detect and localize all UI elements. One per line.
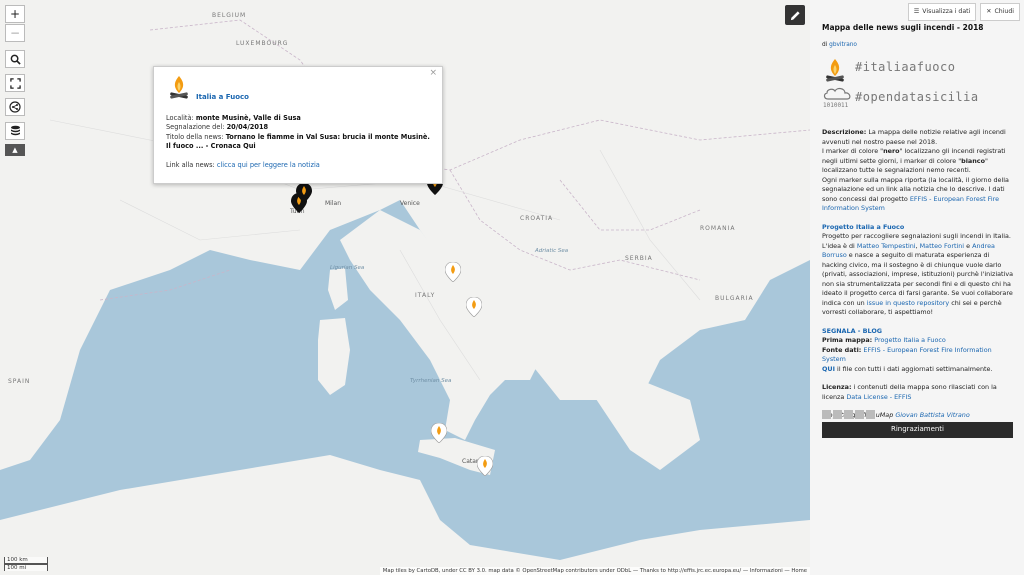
- download-link[interactable]: QUI: [822, 365, 835, 373]
- label-milan: Milan: [325, 200, 341, 207]
- description-bianco: bianco: [961, 156, 985, 165]
- popup-location-label: Località:: [166, 113, 194, 122]
- project-title: Progetto Italia a Fuoco: [822, 222, 905, 231]
- label-belgium: BELGIUM: [212, 12, 247, 19]
- campfire-icon: [170, 76, 188, 99]
- issue-link[interactable]: issue in questo repository: [867, 299, 949, 307]
- project-idea: L'idea è di: [822, 241, 855, 250]
- popup-close-button[interactable]: ×: [429, 68, 437, 79]
- hashtag-italiaafuoco: #italiaafuoco: [855, 60, 956, 74]
- campfire-logo-icon: [826, 59, 844, 82]
- label-adriatic-sea: Adriatic Sea: [535, 248, 569, 254]
- author-link[interactable]: gbvitrano: [829, 42, 857, 48]
- layers-icon: [10, 125, 20, 136]
- scale-mi: 100 mi: [4, 564, 48, 571]
- search-button[interactable]: [5, 50, 25, 68]
- first-map-link[interactable]: Progetto Italia a Fuoco: [874, 336, 946, 344]
- label-bulgaria: BULGARIA: [715, 295, 754, 302]
- label-venice: Venice: [400, 200, 420, 207]
- map-attribution: Map tiles by CartoDB, under CC BY 3.0. m…: [379, 567, 810, 575]
- label-italy: ITALY: [415, 292, 436, 299]
- svg-text:1010011: 1010011: [823, 102, 849, 109]
- edit-map-button[interactable]: [785, 5, 805, 25]
- description-block: Descrizione: La mappa delle notizie rela…: [822, 128, 1014, 419]
- author-line: di gbvitrano: [822, 41, 857, 51]
- search-icon: [10, 54, 21, 65]
- label-luxembourg: LUXEMBOURG: [236, 40, 289, 47]
- description-marker-a: I marker di colore ": [822, 147, 884, 155]
- map-canvas[interactable]: BELGIUM LUXEMBOURG ITALY SPAIN ROMANIA B…: [0, 0, 810, 575]
- project-intro: Progetto per raccogliere segnalazioni su…: [822, 232, 1011, 240]
- panel-top-buttons: ☰ Visualizza i dati ✕ Chiudi: [907, 3, 1020, 21]
- label-croatia: CROATIA: [520, 215, 554, 222]
- fire-marker[interactable]: [431, 423, 447, 443]
- info-panel: ☰ Visualizza i dati ✕ Chiudi Mappa delle n…: [810, 0, 1024, 575]
- close-panel-label: Chiudi: [994, 8, 1014, 16]
- embed-icon[interactable]: [822, 410, 831, 419]
- fortini-link[interactable]: Matteo Fortini: [920, 242, 964, 250]
- panel-title: Mappa delle news sugli incendi - 2018: [822, 23, 984, 32]
- popup-news-label: Titolo della news:: [166, 132, 224, 141]
- facebook-icon[interactable]: [866, 410, 875, 419]
- share-icon: [9, 101, 21, 113]
- license-label: Licenza:: [822, 383, 852, 391]
- scale-bar: 100 km 100 mi: [4, 557, 48, 571]
- view-data-label: Visualizza i dati: [922, 8, 971, 16]
- popup-news-link[interactable]: clicca qui per leggere la notizia: [217, 161, 320, 169]
- scale-km: 100 km: [4, 557, 48, 564]
- by-prefix: di: [822, 42, 828, 48]
- zoom-out-button[interactable]: −: [5, 24, 25, 42]
- share-icons: [822, 410, 875, 419]
- list-icon: ☰: [913, 8, 920, 16]
- fire-marker[interactable]: [466, 297, 482, 317]
- label-tyrrhenian-sea: Tyrrhenian Sea: [410, 378, 452, 384]
- layers-button[interactable]: [5, 122, 25, 140]
- license-link[interactable]: Data License - EFFIS: [846, 393, 911, 401]
- description-nero: nero: [883, 147, 900, 155]
- marker-popup: × Italia a Fuoco Località: monte Musinè,…: [153, 66, 443, 184]
- credit-link[interactable]: Giovan Battista Vitrano: [895, 411, 969, 419]
- description-label: Descrizione:: [822, 128, 867, 136]
- email-icon[interactable]: [844, 410, 853, 419]
- pencil-icon: [790, 10, 800, 20]
- label-spain: SPAIN: [8, 378, 31, 385]
- share-button[interactable]: [5, 98, 25, 116]
- popup-title: Italia a Fuoco: [196, 93, 249, 101]
- label-ligurian-sea: Ligurian Sea: [330, 265, 365, 271]
- first-map-label: Prima mappa:: [822, 336, 873, 344]
- popup-link-label: Link alla news:: [166, 160, 215, 169]
- tempestini-link[interactable]: Matteo Tempestini: [857, 242, 916, 250]
- fullscreen-icon: [9, 77, 21, 89]
- fire-marker[interactable]: [477, 456, 493, 476]
- close-icon: ✕: [986, 8, 992, 16]
- label-romania: ROMANIA: [700, 225, 736, 232]
- fire-marker[interactable]: [445, 262, 461, 282]
- zoom-in-button[interactable]: +: [5, 5, 25, 23]
- cloud-data-icon: 1010011: [823, 87, 851, 109]
- map-controls: + − ▲: [5, 5, 25, 157]
- popup-date-label: Segnalazione del:: [166, 123, 225, 131]
- thanks-button[interactable]: Ringraziamenti: [822, 422, 1013, 438]
- hashtag-opendatasicilia: #opendatasicilia: [855, 90, 979, 104]
- blog-link[interactable]: BLOG: [863, 327, 882, 335]
- popup-date-value: 20/04/2018: [226, 123, 269, 131]
- fire-marker-recent[interactable]: [296, 183, 312, 203]
- label-serbia: SERBIA: [625, 255, 653, 262]
- view-data-button[interactable]: ☰ Visualizza i dati: [907, 3, 977, 21]
- popup-location-value: monte Musinè, Valle di Susa: [195, 113, 301, 122]
- fullscreen-button[interactable]: [5, 74, 25, 92]
- toggle-panel-button[interactable]: ▲: [5, 144, 25, 156]
- download-text: il file con tutti i dati aggiornati sett…: [837, 364, 993, 373]
- data-source-label: Fonte dati:: [822, 345, 862, 354]
- print-icon[interactable]: [855, 410, 864, 419]
- close-panel-button[interactable]: ✕ Chiudi: [980, 3, 1020, 21]
- segnala-link[interactable]: SEGNALA: [822, 327, 856, 335]
- and-text: e: [966, 241, 971, 250]
- separator: -: [855, 326, 863, 335]
- twitter-icon[interactable]: [833, 410, 842, 419]
